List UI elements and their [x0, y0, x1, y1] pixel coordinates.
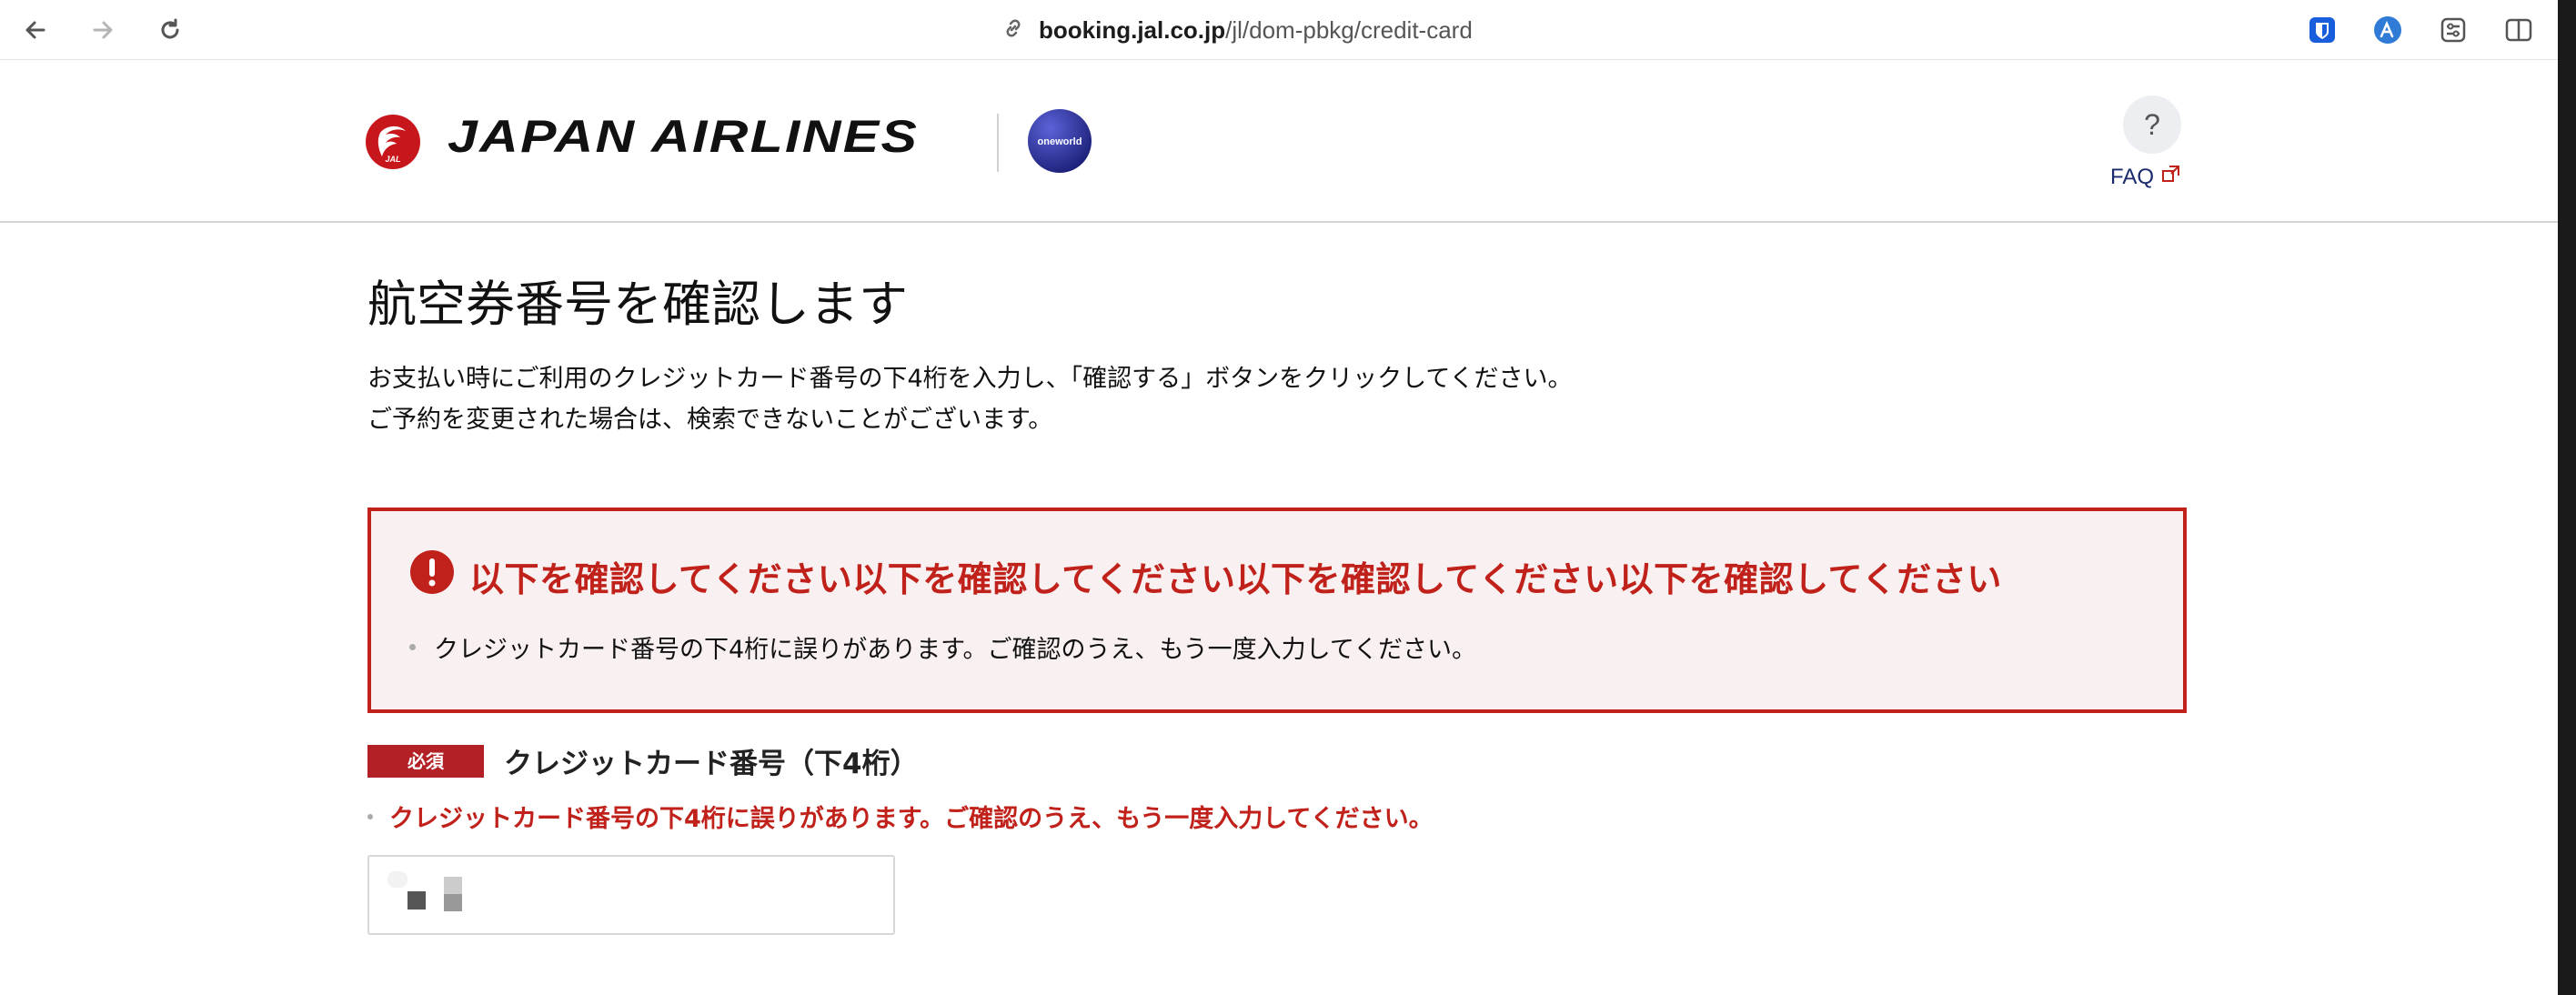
browser-window: booking.jal.co.jp/jl/dom-pbkg/credit-car… [0, 0, 2558, 995]
bullet [367, 813, 373, 819]
faq-label: FAQ [2110, 164, 2155, 189]
url-text: booking.jal.co.jp/jl/dom-pbkg/credit-car… [1039, 15, 1473, 44]
bullet [409, 644, 416, 650]
card-last4-input[interactable] [367, 855, 895, 935]
svg-text:oneworld: oneworld [1038, 136, 1082, 147]
svg-text:JAL: JAL [385, 155, 400, 164]
exclamation-icon [409, 549, 455, 595]
settings-icon[interactable] [2436, 13, 2470, 47]
brand-wordmark: JAPAN AIRLINES [448, 111, 920, 162]
redacted-pixel [387, 871, 408, 888]
error-summary-title: 以下を確認してください以下を確認してください以下を確認してください以下を確認して… [469, 559, 2002, 599]
required-badge: 必須 [367, 744, 484, 778]
back-arrow-icon[interactable] [18, 13, 53, 47]
help-button[interactable]: ? [2123, 95, 2181, 154]
page-title: 航空券番号を確認します [367, 276, 908, 333]
link-icon [1001, 15, 1026, 45]
reload-icon[interactable] [153, 13, 187, 47]
sidebar-icon[interactable] [2501, 13, 2536, 47]
browser-toolbar: booking.jal.co.jp/jl/dom-pbkg/credit-car… [0, 0, 2558, 60]
jal-crane-logo[interactable]: JAL [364, 113, 422, 171]
redacted-pixel [408, 891, 426, 910]
forward-arrow-icon[interactable] [86, 13, 120, 47]
description-line-2: ご予約を変更された場合は、検索できないことがございます。 [367, 406, 1053, 435]
description-line-1: お支払い時にご利用のクレジットカード番号の下4桁を入力し、「確認する」ボタンをク… [367, 365, 1573, 394]
bitwarden-icon[interactable] [2305, 13, 2340, 47]
logo-divider [997, 114, 999, 172]
redacted-pixel [444, 877, 462, 911]
oneworld-logo: oneworld [1027, 108, 1092, 174]
external-link-icon [2161, 164, 2181, 190]
translate-icon[interactable] [2370, 13, 2405, 47]
field-label-row: 必須 クレジットカード番号（下4桁） [367, 740, 919, 781]
site-header: JAL JAPAN AIRLINES oneworld ? FAQ [0, 61, 2558, 223]
error-summary-box: 以下を確認してください以下を確認してください以下を確認してください以下を確認して… [367, 508, 2187, 713]
card-number-label: クレジットカード番号（下4桁） [504, 748, 919, 780]
error-summary-item[interactable]: クレジットカード番号の下4桁に誤りがあります。ご確認のうえ、もう一度入力してくだ… [409, 629, 1476, 665]
main-content: 航空券番号を確認します お支払い時にご利用のクレジットカード番号の下4桁を入力し… [367, 273, 2187, 935]
address-bar[interactable]: booking.jal.co.jp/jl/dom-pbkg/credit-car… [1001, 11, 1473, 49]
error-summary-list: クレジットカード番号の下4桁に誤りがあります。ご確認のうえ、もう一度入力してくだ… [409, 629, 1476, 665]
field-error-message: クレジットカード番号の下4桁に誤りがあります。ご確認のうえ、もう一度入力してくだ… [367, 799, 1434, 834]
faq-link[interactable]: FAQ [2110, 164, 2181, 190]
